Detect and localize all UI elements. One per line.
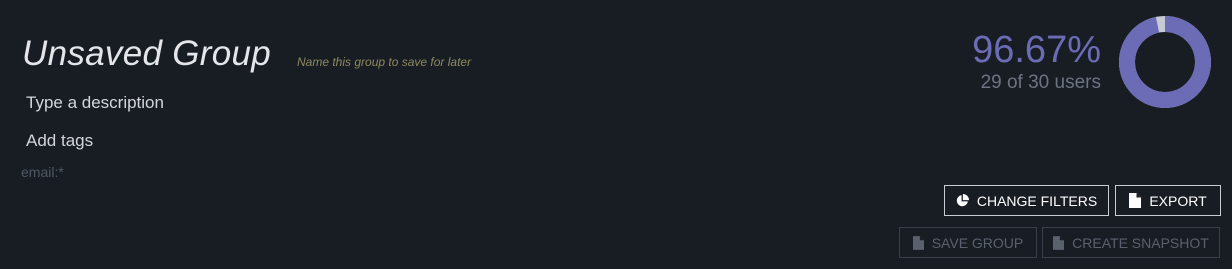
export-label: EXPORT (1149, 192, 1207, 209)
group-header: Unsaved Group Name this group to save fo… (0, 0, 1232, 269)
group-name-hint: Name this group to save for later (297, 55, 472, 69)
match-stats: 96.67% 29 of 30 users (972, 28, 1101, 94)
export-button[interactable]: EXPORT (1115, 185, 1221, 216)
create-snapshot-button[interactable]: CREATE SNAPSHOT (1042, 227, 1220, 258)
description-field[interactable]: Type a description (26, 93, 164, 113)
document-icon (1129, 193, 1142, 208)
save-group-button[interactable]: SAVE GROUP (899, 227, 1037, 258)
donut-fill (1119, 16, 1211, 108)
document-icon (1053, 235, 1065, 250)
tags-field[interactable]: Add tags (26, 131, 93, 151)
group-name-title[interactable]: Unsaved Group (22, 34, 271, 74)
match-percent: 96.67% (972, 29, 1101, 71)
save-group-label: SAVE GROUP (931, 234, 1024, 251)
filter-expression: email:* (21, 164, 64, 180)
change-filters-label: CHANGE FILTERS (976, 192, 1098, 209)
change-filters-button[interactable]: CHANGE FILTERS (944, 185, 1109, 216)
create-snapshot-label: CREATE SNAPSHOT (1072, 234, 1209, 251)
match-user-count: 29 of 30 users (980, 72, 1101, 93)
pie-chart-icon (956, 194, 969, 207)
match-donut-chart (1119, 16, 1211, 108)
document-icon (912, 235, 924, 250)
